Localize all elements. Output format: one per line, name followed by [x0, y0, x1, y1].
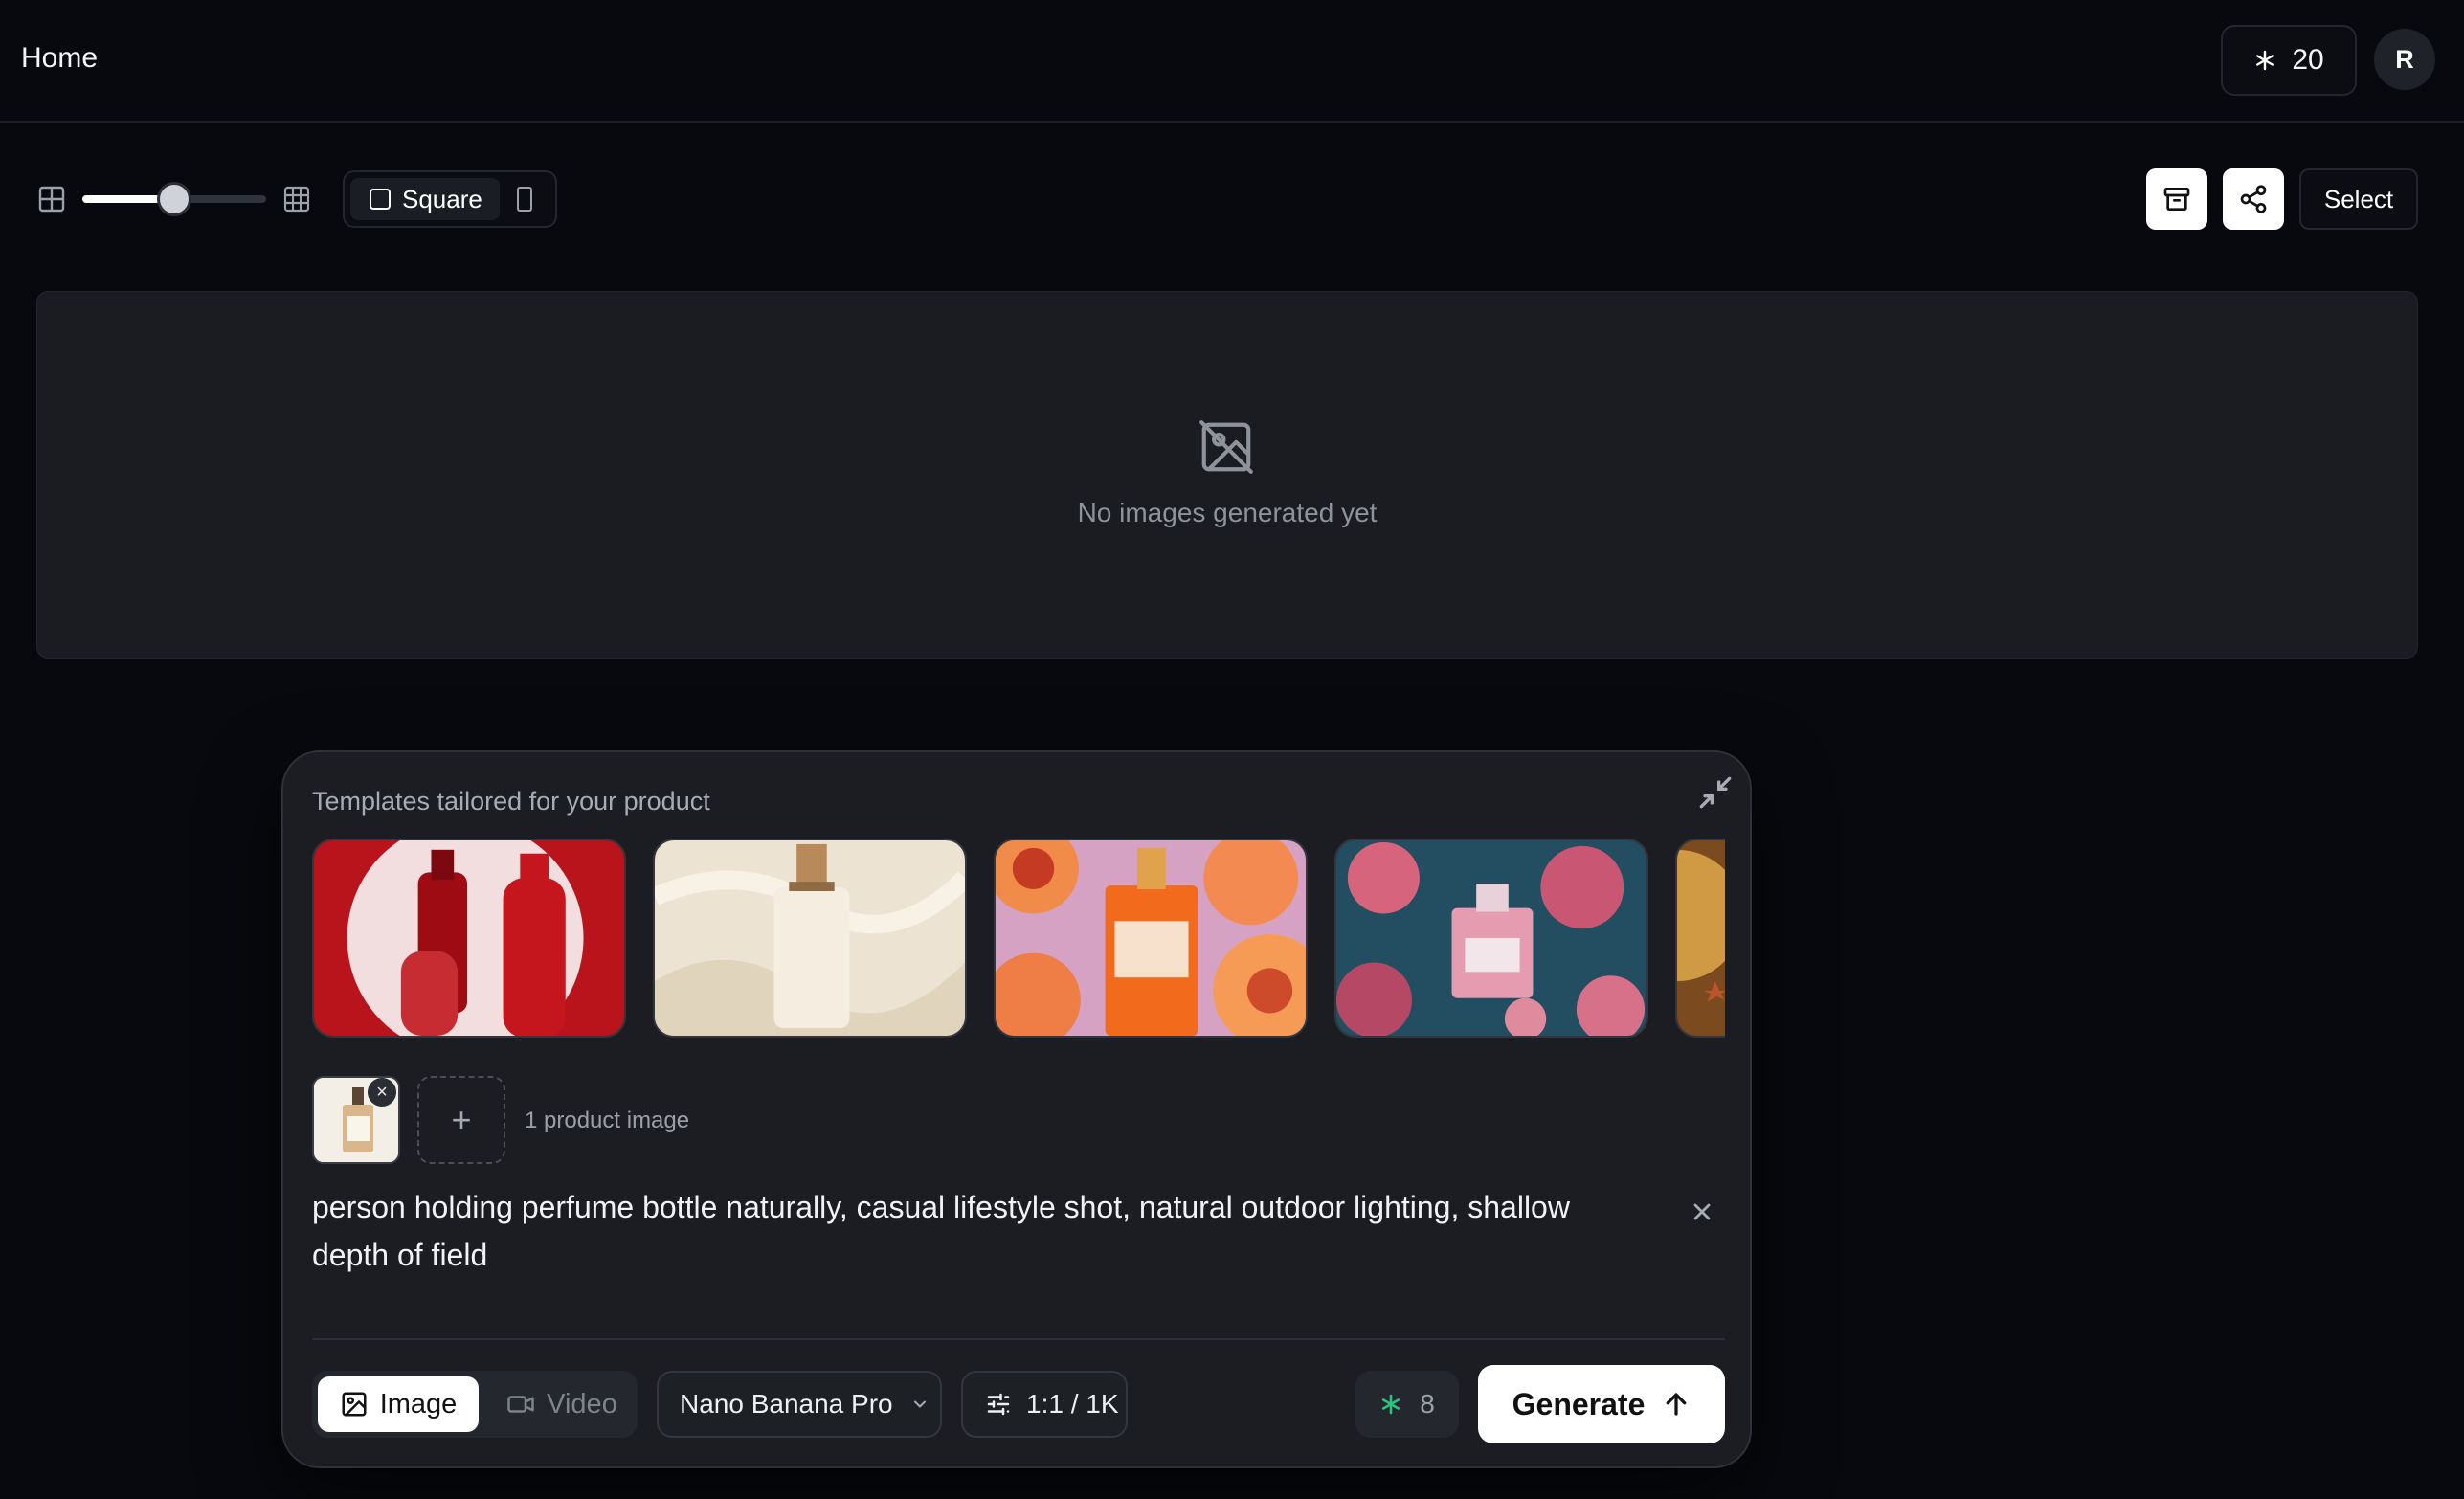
credits-count: 20: [2292, 44, 2324, 76]
page-title: Home: [21, 42, 99, 74]
model-label: Nano Banana Pro: [680, 1389, 893, 1419]
template-thumbnail: [314, 840, 624, 1036]
mode-video-button[interactable]: Video: [490, 1376, 634, 1432]
chevron-down-icon: [913, 1400, 926, 1408]
sliders-icon: [987, 1393, 1010, 1416]
cost-value: 8: [1420, 1389, 1435, 1419]
template-card[interactable]: [1334, 839, 1648, 1038]
aspect-square-label: Square: [402, 184, 482, 213]
template-thumbnail: [655, 840, 965, 1036]
square-icon: [370, 189, 391, 210]
composer-divider: [312, 1338, 1725, 1340]
add-product-image-button[interactable]: +: [417, 1076, 505, 1164]
generate-label: Generate: [1512, 1386, 1646, 1421]
model-dropdown[interactable]: Nano Banana Pro: [657, 1371, 942, 1438]
avatar[interactable]: R: [2374, 29, 2435, 90]
collapse-icon[interactable]: [1694, 772, 1736, 814]
credits-badge[interactable]: 20: [2221, 25, 2357, 96]
generate-button[interactable]: Generate: [1478, 1365, 1725, 1443]
mode-image-button[interactable]: Image: [318, 1376, 479, 1432]
share-button[interactable]: [2223, 168, 2284, 230]
prompt-composer: Templates tailored for your product × + …: [281, 750, 1752, 1468]
grid-large-icon[interactable]: [281, 184, 312, 214]
slider-handle[interactable]: [157, 182, 191, 216]
image-off-icon: [1199, 420, 1253, 474]
prompt-input[interactable]: person holding perfume bottle naturally,…: [312, 1183, 1652, 1279]
template-card[interactable]: [994, 839, 1308, 1038]
archive-icon: [2163, 188, 2190, 211]
generation-cost-badge: 8: [1355, 1371, 1459, 1438]
remove-product-button[interactable]: ×: [368, 1078, 396, 1107]
aspect-toggle: Square: [343, 170, 557, 228]
empty-state-text: No images generated yet: [1077, 498, 1378, 527]
template-thumbnail: [1677, 840, 1725, 1036]
plus-icon: +: [451, 1100, 472, 1139]
arrow-up-icon: [1666, 1393, 1687, 1416]
template-card[interactable]: [312, 839, 626, 1038]
video-icon: [507, 1396, 534, 1413]
aspect-square-option[interactable]: Square: [350, 178, 500, 220]
template-card[interactable]: [653, 839, 967, 1038]
product-count-label: 1 product image: [525, 1107, 690, 1133]
top-bar: Home 20 R: [0, 0, 2464, 123]
portrait-icon[interactable]: [517, 187, 532, 212]
mode-toggle: Image Video: [312, 1371, 638, 1438]
asterisk-icon: [1382, 1394, 1400, 1415]
template-card[interactable]: [1675, 839, 1725, 1038]
template-thumbnail: [996, 840, 1306, 1036]
grid-small-icon[interactable]: [36, 184, 67, 214]
clear-prompt-icon[interactable]: [1689, 1198, 1715, 1225]
template-thumbnail: [1336, 840, 1646, 1036]
select-button[interactable]: Select: [2299, 168, 2418, 230]
ratio-settings-button[interactable]: 1:1 / 1K: [961, 1371, 1128, 1438]
ratio-label: 1:1 / 1K: [1026, 1389, 1119, 1419]
asterisk-icon: [2256, 50, 2274, 71]
mode-video-label: Video: [547, 1388, 617, 1420]
share-icon: [2240, 185, 2267, 213]
templates-title: Templates tailored for your product: [312, 787, 710, 816]
template-carousel: [312, 839, 1725, 1038]
archive-button[interactable]: [2146, 168, 2207, 230]
mode-image-label: Image: [379, 1388, 458, 1420]
image-icon: [342, 1392, 367, 1417]
